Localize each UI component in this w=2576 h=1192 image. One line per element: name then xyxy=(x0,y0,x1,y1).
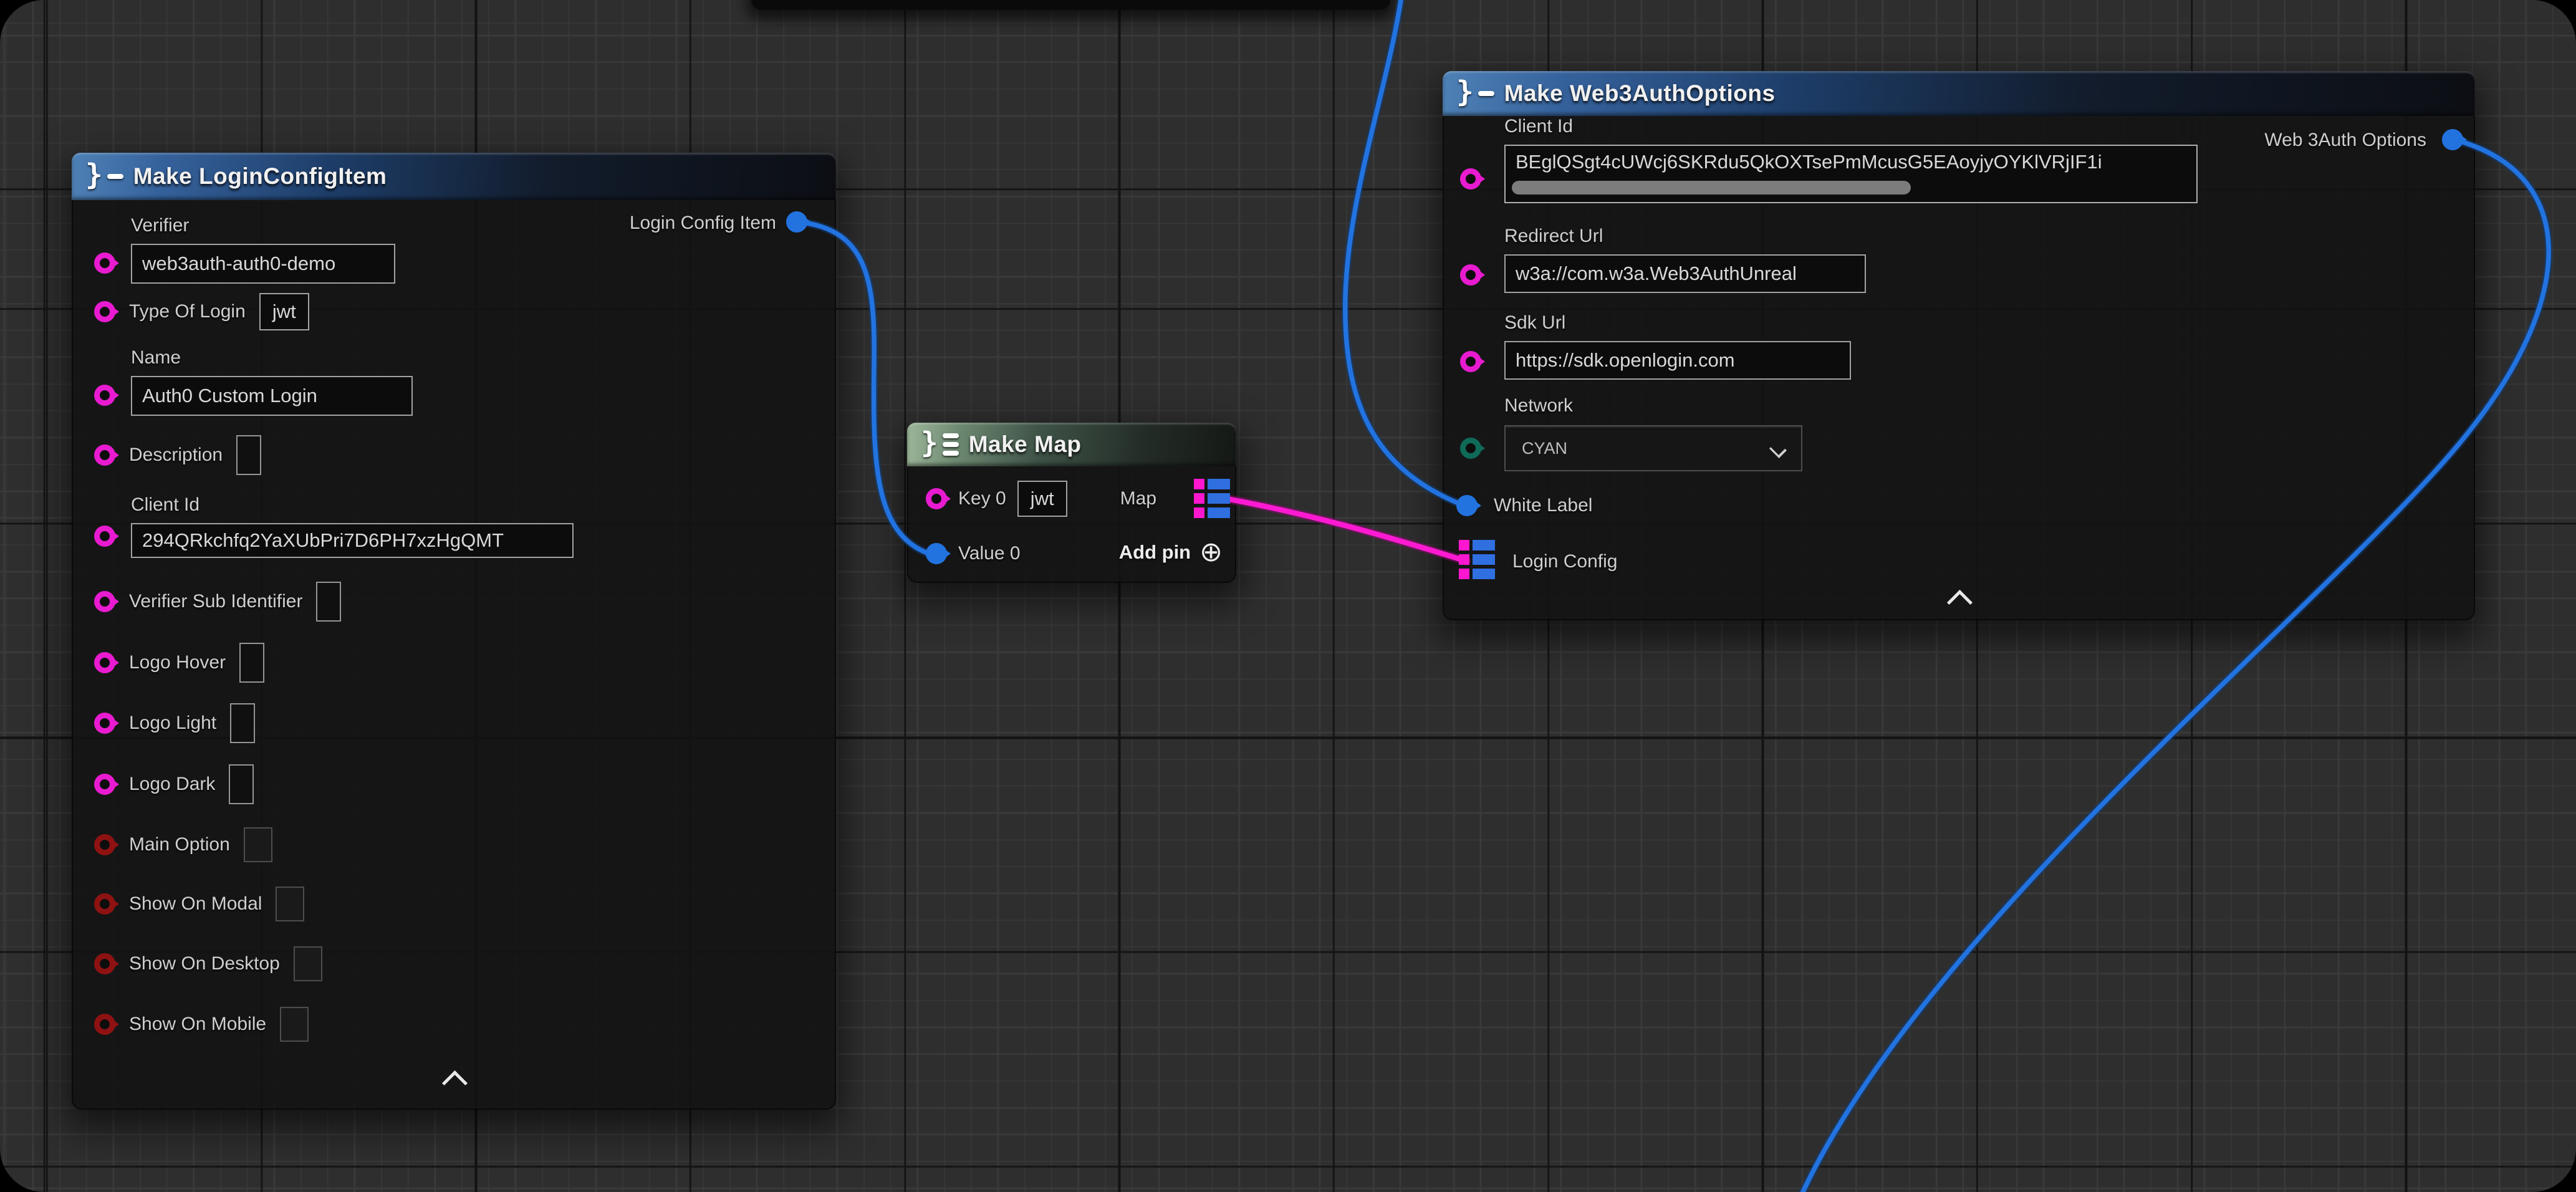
show-on-modal-checkbox[interactable] xyxy=(276,887,304,921)
pin-label-client-id: Client Id xyxy=(1504,116,2198,137)
pin-label-client-id: Client Id xyxy=(131,494,574,516)
pin-label-logo-light: Logo Light xyxy=(129,713,216,734)
pin-verifier[interactable] xyxy=(94,252,115,274)
name-input[interactable]: Auth0 Custom Login xyxy=(131,376,413,416)
wire-map-to-login-config-glow xyxy=(1227,499,1466,561)
client-id-input[interactable]: 294QRkchfq2YaXUbPri7D6PH7xzHgQMT xyxy=(131,523,574,558)
pin-show-on-mobile[interactable] xyxy=(94,1014,115,1035)
pin-label-logo-hover: Logo Hover xyxy=(129,652,226,673)
node-header-make-map[interactable]: } Make Map xyxy=(907,423,1236,466)
node-header-make-loginconfigitem[interactable]: } Make LoginConfigItem xyxy=(72,153,836,200)
pin-main-option[interactable] xyxy=(94,834,115,855)
pin-label-verifier-sub-identifier: Verifier Sub Identifier xyxy=(129,591,302,612)
pin-client-id[interactable] xyxy=(1460,168,1481,190)
pin-login-config-map-icon[interactable] xyxy=(1459,540,1495,579)
output-pin-login-config-item[interactable] xyxy=(786,211,807,233)
wire-map-to-login-config[interactable] xyxy=(1227,499,1466,561)
pin-label-description: Description xyxy=(129,445,223,466)
client-id-scrollbar[interactable] xyxy=(1512,181,1911,195)
output-pin-map-icon[interactable] xyxy=(1194,479,1230,518)
blueprint-editor: } Make LoginConfigItem Login Config Item… xyxy=(0,0,2576,1192)
add-pin-plus-icon: ⊕ xyxy=(1199,539,1223,566)
pin-type-of-login[interactable] xyxy=(94,301,115,322)
pin-label-show-on-modal: Show On Modal xyxy=(129,893,262,915)
pin-label-value-0: Value 0 xyxy=(958,543,1021,564)
pin-label-type-of-login: Type Of Login xyxy=(129,301,246,322)
pin-name[interactable] xyxy=(94,385,115,406)
node-make-loginconfigitem[interactable]: } Make LoginConfigItem Login Config Item… xyxy=(72,153,836,1110)
pin-client-id[interactable] xyxy=(94,526,115,547)
logo-light-input[interactable] xyxy=(230,703,255,743)
key-0-input[interactable]: jwt xyxy=(1017,481,1067,517)
pin-label-show-on-desktop: Show On Desktop xyxy=(129,953,280,974)
network-dropdown[interactable]: CYAN xyxy=(1504,425,1802,471)
logo-hover-input[interactable] xyxy=(239,643,264,683)
make-struct-icon: } xyxy=(85,162,123,191)
pin-label-main-option: Main Option xyxy=(129,834,230,855)
pin-key-0[interactable] xyxy=(926,488,947,509)
graph-canvas[interactable]: } Make LoginConfigItem Login Config Item… xyxy=(0,0,2576,1192)
client-id-text: BEglQSgt4cUWcj6SKRdu5QkOXTsePmMcusG5EAoy… xyxy=(1516,151,2102,173)
output-pin-web3auth-options[interactable] xyxy=(2442,129,2463,150)
pin-label-login-config: Login Config xyxy=(1512,551,1617,572)
collapse-node-chevron-icon[interactable] xyxy=(1947,590,1973,615)
pin-verifier-sub-identifier[interactable] xyxy=(94,591,115,612)
logo-dark-input[interactable] xyxy=(229,764,254,804)
output-pin-label-map: Map xyxy=(1120,488,1156,509)
node-title: Make Map xyxy=(969,431,1082,458)
node-header-make-web3authoptions[interactable]: } Make Web3AuthOptions xyxy=(1443,71,2475,116)
type-of-login-input[interactable]: jwt xyxy=(259,293,309,330)
pin-network[interactable] xyxy=(1460,438,1481,459)
verifier-input[interactable]: web3auth-auth0-demo xyxy=(131,244,395,284)
pin-logo-light[interactable] xyxy=(94,713,115,734)
add-pin-button[interactable]: Add pin ⊕ xyxy=(1119,539,1223,566)
verifier-sub-identifier-input[interactable] xyxy=(316,582,341,622)
pin-description[interactable] xyxy=(94,445,115,466)
pin-label-sdk-url: Sdk Url xyxy=(1504,312,1851,334)
pin-white-label[interactable] xyxy=(1456,495,1478,516)
description-input[interactable] xyxy=(236,435,261,475)
node-title: Make LoginConfigItem xyxy=(133,163,387,190)
output-pin-label: Web 3Auth Options xyxy=(2264,130,2426,151)
show-on-desktop-checkbox[interactable] xyxy=(294,946,322,981)
node-make-map[interactable]: } Make Map Key 0 jwt Map Value 0 xyxy=(907,423,1236,583)
pin-label-show-on-mobile: Show On Mobile xyxy=(129,1014,266,1035)
pin-label-logo-dark: Logo Dark xyxy=(129,774,215,795)
pin-label-verifier: Verifier xyxy=(131,215,395,236)
pin-label-network: Network xyxy=(1504,395,1802,416)
network-selected-value: CYAN xyxy=(1522,439,1567,458)
node-make-web3authoptions[interactable]: } Make Web3AuthOptions Web 3Auth Options… xyxy=(1443,71,2475,620)
pin-show-on-modal[interactable] xyxy=(94,893,115,915)
add-pin-label: Add pin xyxy=(1119,541,1191,564)
pin-logo-dark[interactable] xyxy=(94,774,115,795)
pin-label-key-0: Key 0 xyxy=(958,488,1006,509)
pin-label-redirect-url: Redirect Url xyxy=(1504,226,1866,247)
make-map-icon: } xyxy=(921,430,959,459)
main-option-checkbox[interactable] xyxy=(244,827,272,862)
sdk-url-input[interactable]: https://sdk.openlogin.com xyxy=(1504,341,1851,380)
pin-label-white-label: White Label xyxy=(1494,495,1592,516)
client-id-input[interactable]: BEglQSgt4cUWcj6SKRdu5QkOXTsePmMcusG5EAoy… xyxy=(1504,145,2198,203)
pin-value-0[interactable] xyxy=(926,543,947,564)
offscreen-node-shadow xyxy=(751,0,1390,10)
pin-logo-hover[interactable] xyxy=(94,652,115,673)
pin-show-on-desktop[interactable] xyxy=(94,953,115,974)
make-struct-icon: } xyxy=(1456,79,1494,108)
chevron-down-icon xyxy=(1769,441,1787,458)
collapse-node-chevron-icon[interactable] xyxy=(442,1070,468,1096)
redirect-url-input[interactable]: w3a://com.w3a.Web3AuthUnreal xyxy=(1504,254,1866,293)
pin-redirect-url[interactable] xyxy=(1460,264,1481,286)
pin-label-name: Name xyxy=(131,347,413,368)
show-on-mobile-checkbox[interactable] xyxy=(280,1007,309,1042)
output-pin-label: Login Config Item xyxy=(630,213,776,234)
node-title: Make Web3AuthOptions xyxy=(1504,80,1776,107)
pin-sdk-url[interactable] xyxy=(1460,351,1481,372)
